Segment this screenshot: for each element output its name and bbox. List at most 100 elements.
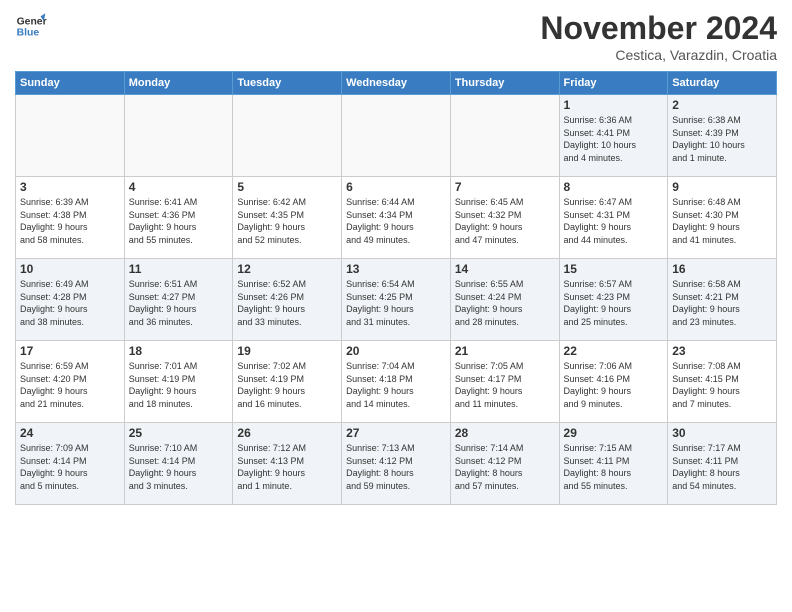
calendar-cell — [16, 95, 125, 177]
calendar-cell: 28Sunrise: 7:14 AM Sunset: 4:12 PM Dayli… — [450, 423, 559, 505]
logo: General Blue — [15, 10, 47, 42]
day-number: 1 — [564, 98, 664, 112]
calendar-week-row: 10Sunrise: 6:49 AM Sunset: 4:28 PM Dayli… — [16, 259, 777, 341]
calendar-cell: 20 Sunrise: 7:04 AM Sunset: 4:18 PM Dayli… — [342, 341, 451, 423]
day-info: Sunrise: 6:39 AM Sunset: 4:38 PM Dayligh… — [20, 196, 120, 246]
day-number: 15 — [564, 262, 664, 276]
calendar-cell: 8 Sunrise: 6:47 AM Sunset: 4:31 PM Daylig… — [559, 177, 668, 259]
location-subtitle: Cestica, Varazdin, Croatia — [540, 47, 777, 63]
day-info: Sunrise: 6:55 AM Sunset: 4:24 PM Dayligh… — [455, 278, 555, 328]
weekday-header: Friday — [559, 72, 668, 95]
day-info: Sunrise: 7:13 AM Sunset: 4:12 PM Dayligh… — [346, 442, 446, 492]
weekday-header: Thursday — [450, 72, 559, 95]
day-info: Sunrise: 6:54 AM Sunset: 4:25 PM Dayligh… — [346, 278, 446, 328]
day-info: Sunrise: 6:42 AM Sunset: 4:35 PM Dayligh… — [237, 196, 337, 246]
day-number: 14 — [455, 262, 555, 276]
calendar-cell: 1 Sunrise: 6:36 AM Sunset: 4:41 PM Daylig… — [559, 95, 668, 177]
calendar-cell: 10Sunrise: 6:49 AM Sunset: 4:28 PM Dayli… — [16, 259, 125, 341]
calendar-cell: 15 Sunrise: 6:57 AM Sunset: 4:23 PM Dayli… — [559, 259, 668, 341]
day-number: 20 — [346, 344, 446, 358]
day-number: 3 — [20, 180, 120, 194]
day-info: Sunrise: 6:48 AM Sunset: 4:30 PM Dayligh… — [672, 196, 772, 246]
day-number: 13 — [346, 262, 446, 276]
day-info: Sunrise: 7:06 AM Sunset: 4:16 PM Dayligh… — [564, 360, 664, 410]
calendar-cell: 25 Sunrise: 7:10 AM Sunset: 4:14 PM Dayli… — [124, 423, 233, 505]
weekday-header: Monday — [124, 72, 233, 95]
day-number: 6 — [346, 180, 446, 194]
calendar-cell: 27 Sunrise: 7:13 AM Sunset: 4:12 PM Dayli… — [342, 423, 451, 505]
calendar-cell — [450, 95, 559, 177]
day-number: 22 — [564, 344, 664, 358]
calendar-cell: 16 Sunrise: 6:58 AM Sunset: 4:21 PM Dayli… — [668, 259, 777, 341]
calendar-cell: 19 Sunrise: 7:02 AM Sunset: 4:19 PM Dayli… — [233, 341, 342, 423]
calendar-week-row: 3 Sunrise: 6:39 AM Sunset: 4:38 PM Daylig… — [16, 177, 777, 259]
day-info: Sunrise: 7:17 AM Sunset: 4:11 PM Dayligh… — [672, 442, 772, 492]
logo-icon: General Blue — [15, 10, 47, 42]
day-info: Sunrise: 6:49 AM Sunset: 4:28 PM Dayligh… — [20, 278, 120, 328]
day-number: 29 — [564, 426, 664, 440]
day-info: Sunrise: 6:58 AM Sunset: 4:21 PM Dayligh… — [672, 278, 772, 328]
calendar-cell: 18 Sunrise: 7:01 AM Sunset: 4:19 PM Dayli… — [124, 341, 233, 423]
weekday-header: Sunday — [16, 72, 125, 95]
calendar-week-row: 17 Sunrise: 6:59 AM Sunset: 4:20 PM Dayli… — [16, 341, 777, 423]
calendar-cell: 2 Sunrise: 6:38 AM Sunset: 4:39 PM Daylig… — [668, 95, 777, 177]
day-number: 16 — [672, 262, 772, 276]
day-info: Sunrise: 6:57 AM Sunset: 4:23 PM Dayligh… — [564, 278, 664, 328]
calendar-cell — [233, 95, 342, 177]
day-info: Sunrise: 6:59 AM Sunset: 4:20 PM Dayligh… — [20, 360, 120, 410]
day-number: 21 — [455, 344, 555, 358]
header: General Blue November 2024 Cestica, Vara… — [15, 10, 777, 63]
day-number: 12 — [237, 262, 337, 276]
main-container: General Blue November 2024 Cestica, Vara… — [0, 0, 792, 612]
weekday-header: Wednesday — [342, 72, 451, 95]
calendar-table: SundayMondayTuesdayWednesdayThursdayFrid… — [15, 71, 777, 505]
day-info: Sunrise: 7:09 AM Sunset: 4:14 PM Dayligh… — [20, 442, 120, 492]
day-number: 7 — [455, 180, 555, 194]
day-info: Sunrise: 6:38 AM Sunset: 4:39 PM Dayligh… — [672, 114, 772, 164]
day-number: 26 — [237, 426, 337, 440]
day-number: 5 — [237, 180, 337, 194]
day-info: Sunrise: 6:44 AM Sunset: 4:34 PM Dayligh… — [346, 196, 446, 246]
calendar-cell: 30 Sunrise: 7:17 AM Sunset: 4:11 PM Dayli… — [668, 423, 777, 505]
day-info: Sunrise: 7:04 AM Sunset: 4:18 PM Dayligh… — [346, 360, 446, 410]
title-area: November 2024 Cestica, Varazdin, Croatia — [540, 10, 777, 63]
day-number: 19 — [237, 344, 337, 358]
weekday-header-row: SundayMondayTuesdayWednesdayThursdayFrid… — [16, 72, 777, 95]
day-info: Sunrise: 6:51 AM Sunset: 4:27 PM Dayligh… — [129, 278, 229, 328]
day-info: Sunrise: 7:10 AM Sunset: 4:14 PM Dayligh… — [129, 442, 229, 492]
calendar-cell: 13 Sunrise: 6:54 AM Sunset: 4:25 PM Dayli… — [342, 259, 451, 341]
day-number: 23 — [672, 344, 772, 358]
day-info: Sunrise: 7:14 AM Sunset: 4:12 PM Dayligh… — [455, 442, 555, 492]
calendar-cell — [124, 95, 233, 177]
day-number: 30 — [672, 426, 772, 440]
day-info: Sunrise: 7:05 AM Sunset: 4:17 PM Dayligh… — [455, 360, 555, 410]
day-info: Sunrise: 6:52 AM Sunset: 4:26 PM Dayligh… — [237, 278, 337, 328]
calendar-cell: 11Sunrise: 6:51 AM Sunset: 4:27 PM Dayli… — [124, 259, 233, 341]
day-number: 24 — [20, 426, 120, 440]
calendar-cell: 12 Sunrise: 6:52 AM Sunset: 4:26 PM Dayli… — [233, 259, 342, 341]
day-number: 25 — [129, 426, 229, 440]
day-number: 17 — [20, 344, 120, 358]
day-number: 8 — [564, 180, 664, 194]
calendar-cell — [342, 95, 451, 177]
day-number: 18 — [129, 344, 229, 358]
day-info: Sunrise: 6:47 AM Sunset: 4:31 PM Dayligh… — [564, 196, 664, 246]
day-info: Sunrise: 7:01 AM Sunset: 4:19 PM Dayligh… — [129, 360, 229, 410]
calendar-cell: 24 Sunrise: 7:09 AM Sunset: 4:14 PM Dayli… — [16, 423, 125, 505]
calendar-cell: 6 Sunrise: 6:44 AM Sunset: 4:34 PM Daylig… — [342, 177, 451, 259]
day-info: Sunrise: 6:45 AM Sunset: 4:32 PM Dayligh… — [455, 196, 555, 246]
calendar-cell: 5 Sunrise: 6:42 AM Sunset: 4:35 PM Daylig… — [233, 177, 342, 259]
calendar-cell: 4Sunrise: 6:41 AM Sunset: 4:36 PM Daylig… — [124, 177, 233, 259]
calendar-cell: 21 Sunrise: 7:05 AM Sunset: 4:17 PM Dayli… — [450, 341, 559, 423]
calendar-cell: 3 Sunrise: 6:39 AM Sunset: 4:38 PM Daylig… — [16, 177, 125, 259]
weekday-header: Tuesday — [233, 72, 342, 95]
day-info: Sunrise: 7:02 AM Sunset: 4:19 PM Dayligh… — [237, 360, 337, 410]
calendar-cell: 23Sunrise: 7:08 AM Sunset: 4:15 PM Dayli… — [668, 341, 777, 423]
day-number: 2 — [672, 98, 772, 112]
day-number: 4 — [129, 180, 229, 194]
calendar-cell: 9Sunrise: 6:48 AM Sunset: 4:30 PM Daylig… — [668, 177, 777, 259]
day-number: 27 — [346, 426, 446, 440]
day-info: Sunrise: 6:36 AM Sunset: 4:41 PM Dayligh… — [564, 114, 664, 164]
day-info: Sunrise: 7:15 AM Sunset: 4:11 PM Dayligh… — [564, 442, 664, 492]
calendar-cell: 14 Sunrise: 6:55 AM Sunset: 4:24 PM Dayli… — [450, 259, 559, 341]
